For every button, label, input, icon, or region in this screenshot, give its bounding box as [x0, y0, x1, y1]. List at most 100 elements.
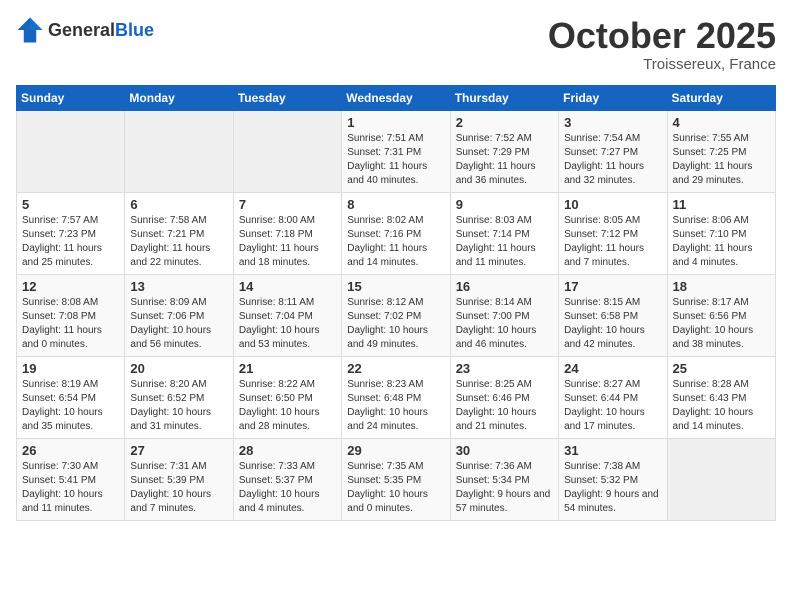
logo-general-text: General	[48, 20, 115, 40]
day-info: Sunrise: 7:38 AM Sunset: 5:32 PM Dayligh…	[564, 460, 661, 516]
calendar-cell: 20 Sunrise: 8:20 AM Sunset: 6:52 PM Dayli…	[125, 356, 233, 438]
day-info: Sunrise: 8:27 AM Sunset: 6:44 PM Dayligh…	[564, 378, 661, 434]
calendar-cell: 18 Sunrise: 8:17 AM Sunset: 6:56 PM Dayli…	[667, 274, 775, 356]
calendar-cell: 17 Sunrise: 8:15 AM Sunset: 6:58 PM Dayli…	[559, 274, 667, 356]
day-number: 19	[22, 361, 119, 376]
day-info: Sunrise: 8:09 AM Sunset: 7:06 PM Dayligh…	[130, 296, 227, 352]
day-info: Sunrise: 7:55 AM Sunset: 7:25 PM Dayligh…	[673, 132, 770, 188]
calendar-day-header: Thursday	[450, 85, 558, 110]
month-title: October 2025	[548, 16, 776, 56]
day-info: Sunrise: 8:03 AM Sunset: 7:14 PM Dayligh…	[456, 214, 553, 270]
day-number: 22	[347, 361, 444, 376]
title-block: October 2025 Troissereux, France	[548, 16, 776, 73]
calendar-week-row: 1 Sunrise: 7:51 AM Sunset: 7:31 PM Daylig…	[17, 110, 776, 192]
day-number: 1	[347, 115, 444, 130]
calendar-cell: 15 Sunrise: 8:12 AM Sunset: 7:02 PM Dayli…	[342, 274, 450, 356]
day-info: Sunrise: 8:15 AM Sunset: 6:58 PM Dayligh…	[564, 296, 661, 352]
day-number: 17	[564, 279, 661, 294]
calendar-cell: 7 Sunrise: 8:00 AM Sunset: 7:18 PM Daylig…	[233, 192, 341, 274]
day-number: 9	[456, 197, 553, 212]
calendar-cell: 1 Sunrise: 7:51 AM Sunset: 7:31 PM Daylig…	[342, 110, 450, 192]
calendar-cell: 3 Sunrise: 7:54 AM Sunset: 7:27 PM Daylig…	[559, 110, 667, 192]
day-info: Sunrise: 8:17 AM Sunset: 6:56 PM Dayligh…	[673, 296, 770, 352]
logo-icon	[16, 16, 44, 44]
calendar-cell: 30Sunrise: 7:36 AM Sunset: 5:34 PM Dayli…	[450, 438, 558, 520]
calendar-cell: 21 Sunrise: 8:22 AM Sunset: 6:50 PM Dayli…	[233, 356, 341, 438]
day-info: Sunrise: 7:54 AM Sunset: 7:27 PM Dayligh…	[564, 132, 661, 188]
day-number: 12	[22, 279, 119, 294]
day-info: Sunrise: 8:25 AM Sunset: 6:46 PM Dayligh…	[456, 378, 553, 434]
day-info: Sunrise: 8:12 AM Sunset: 7:02 PM Dayligh…	[347, 296, 444, 352]
calendar-header-row: SundayMondayTuesdayWednesdayThursdayFrid…	[17, 85, 776, 110]
day-number: 15	[347, 279, 444, 294]
logo-blue-text: Blue	[115, 20, 154, 40]
day-number: 8	[347, 197, 444, 212]
day-number: 10	[564, 197, 661, 212]
day-info: Sunrise: 8:20 AM Sunset: 6:52 PM Dayligh…	[130, 378, 227, 434]
day-info: Sunrise: 7:33 AM Sunset: 5:37 PM Dayligh…	[239, 460, 336, 516]
day-number: 23	[456, 361, 553, 376]
day-info: Sunrise: 8:06 AM Sunset: 7:10 PM Dayligh…	[673, 214, 770, 270]
day-number: 16	[456, 279, 553, 294]
day-number: 14	[239, 279, 336, 294]
day-info: Sunrise: 7:30 AM Sunset: 5:41 PM Dayligh…	[22, 460, 119, 516]
day-info: Sunrise: 8:19 AM Sunset: 6:54 PM Dayligh…	[22, 378, 119, 434]
calendar-cell	[125, 110, 233, 192]
day-info: Sunrise: 8:22 AM Sunset: 6:50 PM Dayligh…	[239, 378, 336, 434]
calendar-day-header: Wednesday	[342, 85, 450, 110]
day-info: Sunrise: 7:31 AM Sunset: 5:39 PM Dayligh…	[130, 460, 227, 516]
calendar-cell: 9 Sunrise: 8:03 AM Sunset: 7:14 PM Daylig…	[450, 192, 558, 274]
calendar-cell: 8 Sunrise: 8:02 AM Sunset: 7:16 PM Daylig…	[342, 192, 450, 274]
day-number: 28	[239, 443, 336, 458]
calendar-cell: 19 Sunrise: 8:19 AM Sunset: 6:54 PM Dayli…	[17, 356, 125, 438]
day-number: 21	[239, 361, 336, 376]
calendar-day-header: Tuesday	[233, 85, 341, 110]
calendar-cell: 26 Sunrise: 7:30 AM Sunset: 5:41 PM Dayli…	[17, 438, 125, 520]
calendar-cell: 14 Sunrise: 8:11 AM Sunset: 7:04 PM Dayli…	[233, 274, 341, 356]
calendar-cell: 29 Sunrise: 7:35 AM Sunset: 5:35 PM Dayli…	[342, 438, 450, 520]
day-info: Sunrise: 8:11 AM Sunset: 7:04 PM Dayligh…	[239, 296, 336, 352]
calendar-day-header: Friday	[559, 85, 667, 110]
day-info: Sunrise: 8:00 AM Sunset: 7:18 PM Dayligh…	[239, 214, 336, 270]
calendar-table: SundayMondayTuesdayWednesdayThursdayFrid…	[16, 85, 776, 521]
day-number: 4	[673, 115, 770, 130]
day-number: 25	[673, 361, 770, 376]
day-number: 27	[130, 443, 227, 458]
day-number: 31	[564, 443, 661, 458]
day-info: Sunrise: 7:36 AM Sunset: 5:34 PM Dayligh…	[456, 460, 553, 516]
day-info: Sunrise: 8:02 AM Sunset: 7:16 PM Dayligh…	[347, 214, 444, 270]
calendar-cell: 13Sunrise: 8:09 AM Sunset: 7:06 PM Dayli…	[125, 274, 233, 356]
calendar-cell: 22 Sunrise: 8:23 AM Sunset: 6:48 PM Dayli…	[342, 356, 450, 438]
calendar-cell: 16 Sunrise: 8:14 AM Sunset: 7:00 PM Dayli…	[450, 274, 558, 356]
calendar-cell: 24Sunrise: 8:27 AM Sunset: 6:44 PM Dayli…	[559, 356, 667, 438]
calendar-week-row: 12 Sunrise: 8:08 AM Sunset: 7:08 PM Dayli…	[17, 274, 776, 356]
page-header: GeneralBlue October 2025 Troissereux, Fr…	[16, 16, 776, 73]
day-number: 7	[239, 197, 336, 212]
calendar-cell	[233, 110, 341, 192]
day-info: Sunrise: 7:35 AM Sunset: 5:35 PM Dayligh…	[347, 460, 444, 516]
calendar-cell: 10Sunrise: 8:05 AM Sunset: 7:12 PM Dayli…	[559, 192, 667, 274]
calendar-cell: 27 Sunrise: 7:31 AM Sunset: 5:39 PM Dayli…	[125, 438, 233, 520]
day-number: 3	[564, 115, 661, 130]
day-info: Sunrise: 7:57 AM Sunset: 7:23 PM Dayligh…	[22, 214, 119, 270]
calendar-cell: 4 Sunrise: 7:55 AM Sunset: 7:25 PM Daylig…	[667, 110, 775, 192]
location-title: Troissereux, France	[548, 56, 776, 73]
day-info: Sunrise: 8:28 AM Sunset: 6:43 PM Dayligh…	[673, 378, 770, 434]
calendar-cell: 12 Sunrise: 8:08 AM Sunset: 7:08 PM Dayli…	[17, 274, 125, 356]
day-number: 2	[456, 115, 553, 130]
day-number: 11	[673, 197, 770, 212]
calendar-week-row: 19 Sunrise: 8:19 AM Sunset: 6:54 PM Dayli…	[17, 356, 776, 438]
day-number: 18	[673, 279, 770, 294]
calendar-cell: 31 Sunrise: 7:38 AM Sunset: 5:32 PM Dayli…	[559, 438, 667, 520]
day-info: Sunrise: 8:08 AM Sunset: 7:08 PM Dayligh…	[22, 296, 119, 352]
day-info: Sunrise: 8:14 AM Sunset: 7:00 PM Dayligh…	[456, 296, 553, 352]
day-number: 20	[130, 361, 227, 376]
day-number: 29	[347, 443, 444, 458]
day-info: Sunrise: 7:51 AM Sunset: 7:31 PM Dayligh…	[347, 132, 444, 188]
day-number: 26	[22, 443, 119, 458]
calendar-cell: 2Sunrise: 7:52 AM Sunset: 7:29 PM Daylig…	[450, 110, 558, 192]
calendar-day-header: Saturday	[667, 85, 775, 110]
day-number: 6	[130, 197, 227, 212]
calendar-cell: 5Sunrise: 7:57 AM Sunset: 7:23 PM Daylig…	[17, 192, 125, 274]
day-info: Sunrise: 8:23 AM Sunset: 6:48 PM Dayligh…	[347, 378, 444, 434]
